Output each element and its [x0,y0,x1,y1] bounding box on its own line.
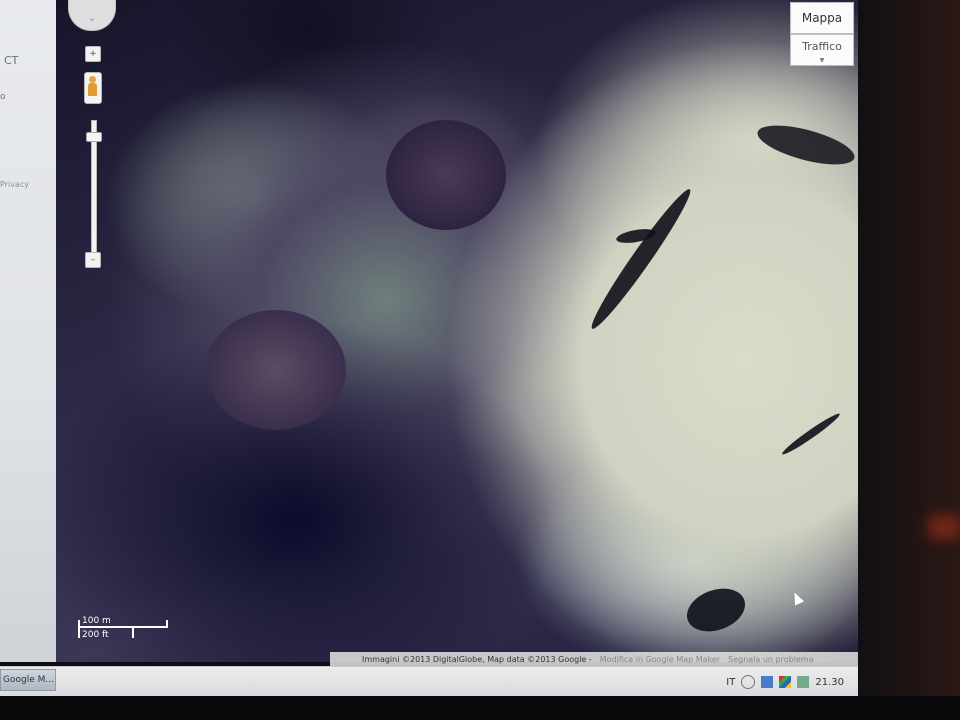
map-lava-streak [680,580,752,640]
map-type-mappa-button[interactable]: Mappa [790,2,854,34]
zoom-in-label: + [89,49,97,59]
map-maker-link[interactable]: Modifica in Google Map Maker [600,655,720,664]
monitor-bezel-glow [928,515,960,539]
zoom-slider-handle[interactable] [86,132,102,142]
action-center-icon[interactable] [741,675,756,689]
scale-metric-label: 100 m [82,616,111,626]
chevron-down-icon[interactable]: ⌄ [87,11,96,24]
pegman-icon[interactable] [84,72,102,104]
map-lava-streak [753,117,858,173]
screen: CT o Privacy ⌄ + – Mappa Traffico ▼ 100 … [0,0,860,700]
map-attribution: Immagini ©2013 DigitalGlobe, Map data ©2… [330,652,858,666]
sidebar-text-ct: CT [4,54,19,67]
network-icon[interactable] [761,676,774,688]
left-sidebar-panel: CT o Privacy [0,0,57,662]
language-indicator[interactable]: IT [726,677,735,688]
zoom-out-button[interactable]: – [85,252,101,268]
map-scale-bar: 100 m 200 ft [74,616,174,642]
taskbar-clock[interactable]: 21.30 [815,677,844,688]
sidebar-privacy-link[interactable]: Privacy [0,180,29,189]
chevron-down-icon: ▼ [819,57,825,64]
attribution-copyright: Immagini ©2013 DigitalGlobe, Map data ©2… [362,654,592,664]
taskbar-item-browser[interactable]: Google M... [0,669,56,691]
scale-imperial-label: 200 ft [82,630,109,640]
volume-icon[interactable] [797,676,810,688]
windows-flag-icon[interactable] [779,676,792,688]
map-lava-streak [780,410,842,458]
map-crater [386,120,506,230]
zoom-in-button[interactable]: + [85,46,101,62]
report-problem-link[interactable]: Segnala un problema [728,655,813,664]
satellite-map[interactable] [56,0,858,662]
map-type-traffico-button[interactable]: Traffico ▼ [790,34,854,66]
map-lava-streak [584,184,698,334]
monitor-bottom-bezel [0,696,960,720]
sidebar-dropdown-text[interactable]: o [0,92,6,102]
zoom-out-label: – [90,255,96,265]
map-crater [206,310,346,430]
monitor-bezel [858,0,960,720]
taskbar: Google M... IT 21.30 [0,666,858,697]
system-tray: IT 21.30 [726,675,844,689]
